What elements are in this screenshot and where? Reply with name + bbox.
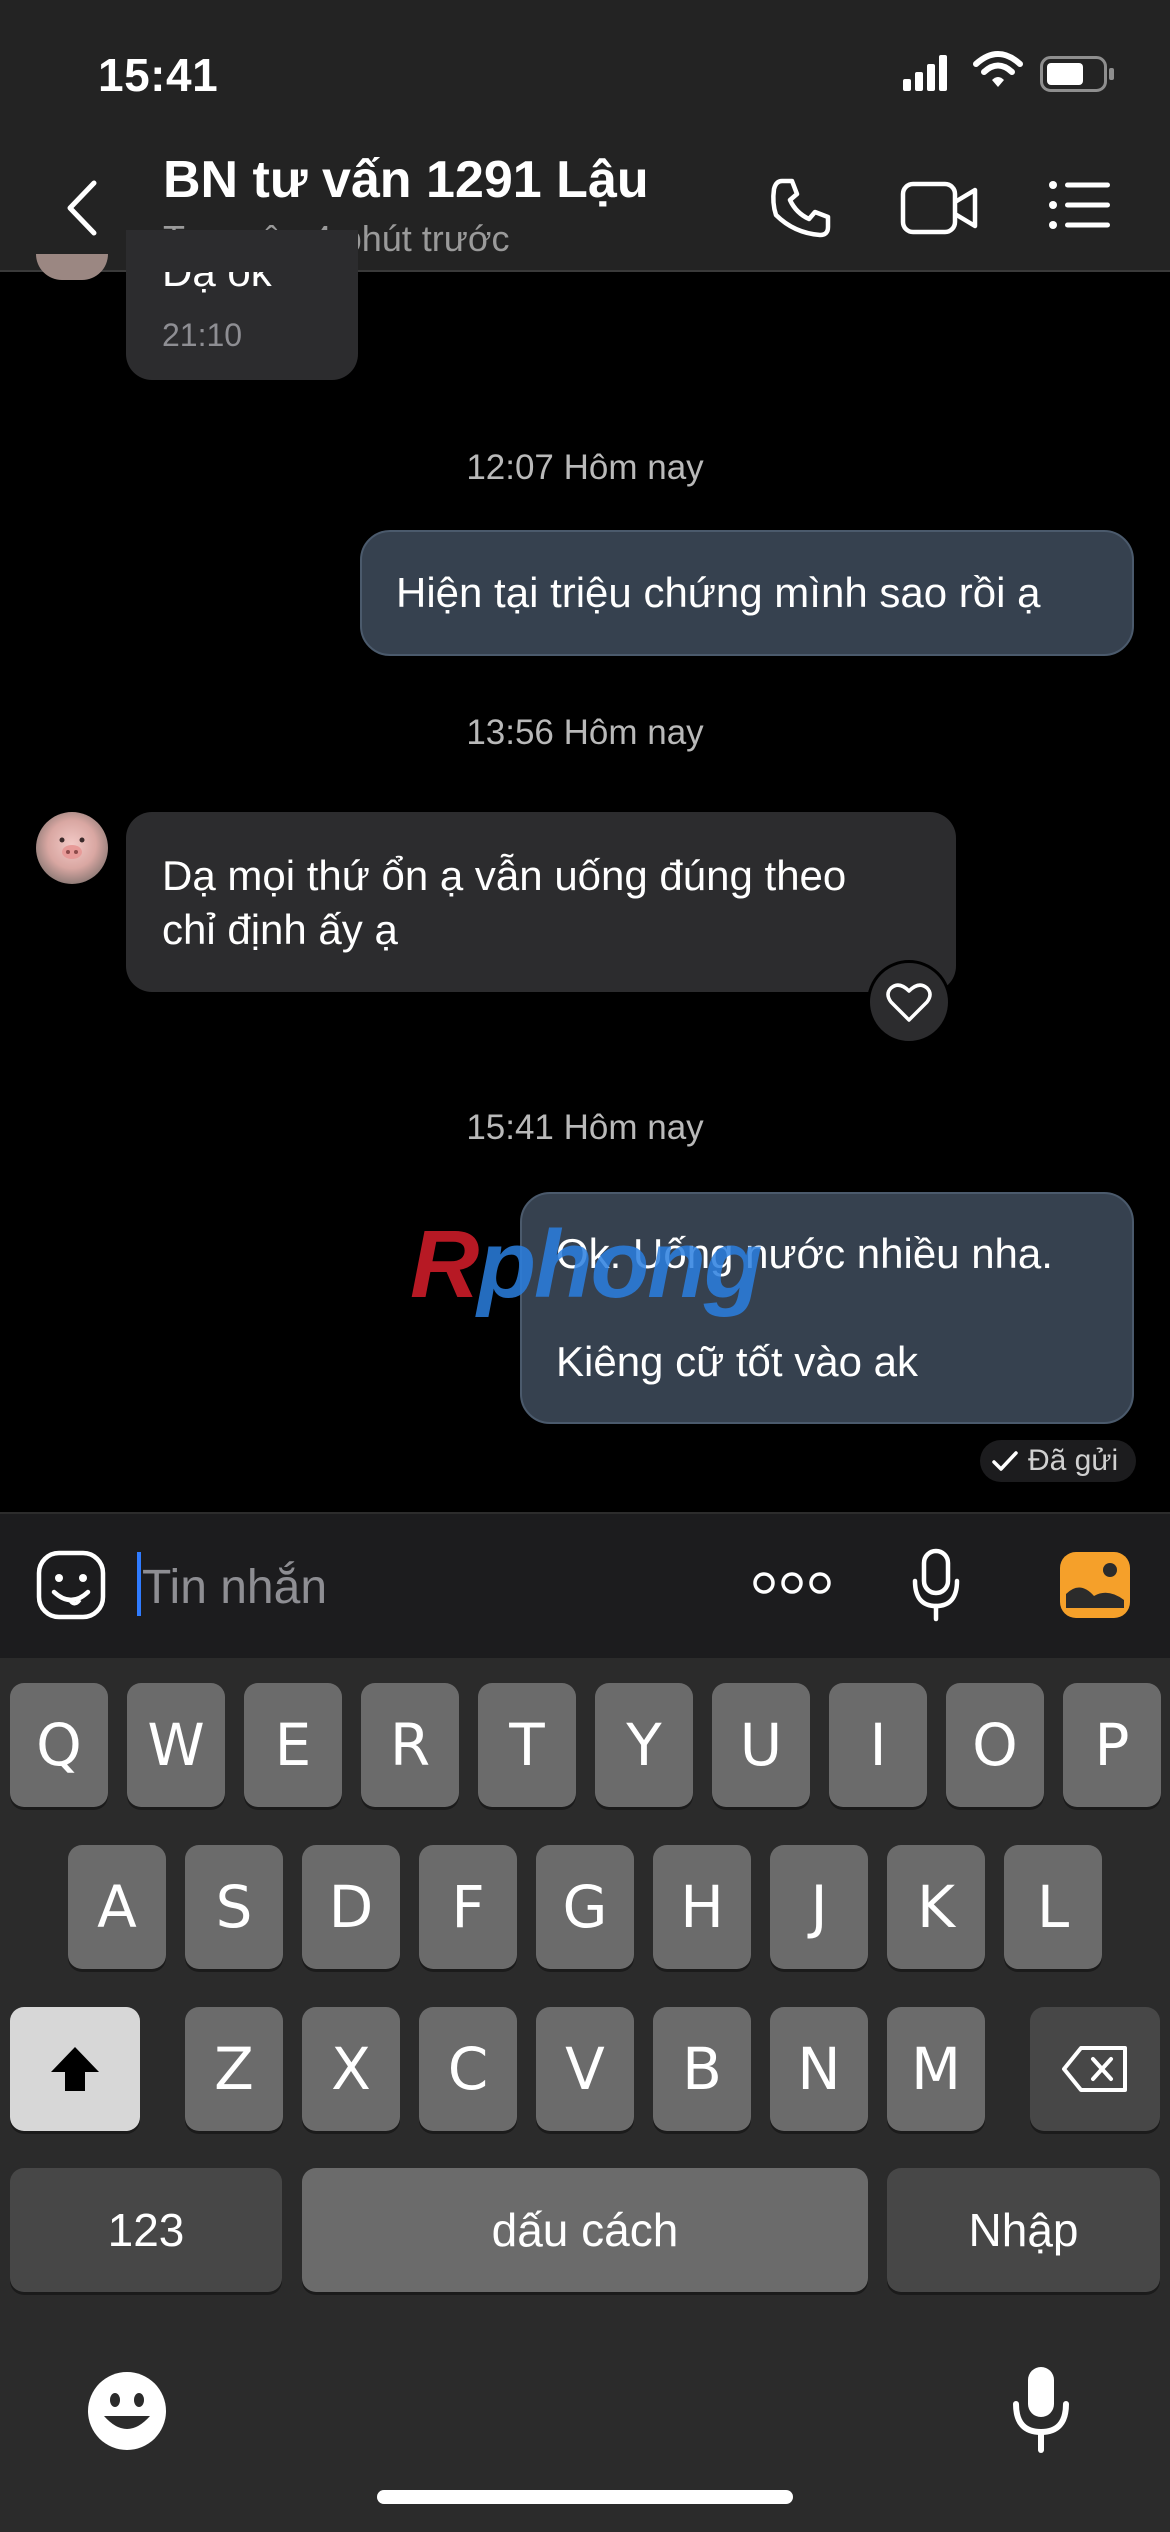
incoming-message-line: Dạ mọi thứ ổn ạ vẫn uống đúng theo: [162, 852, 847, 899]
message-input[interactable]: Tin nhắn: [142, 1560, 327, 1615]
watermark-word: phong: [477, 1211, 762, 1318]
key-t[interactable]: T: [478, 1683, 576, 1807]
key-i[interactable]: I: [829, 1683, 927, 1807]
key-v[interactable]: V: [536, 2007, 634, 2131]
emoji-keyboard-icon[interactable]: [86, 2370, 168, 2452]
react-heart-button[interactable]: [867, 960, 951, 1044]
previous-message-bubble: [126, 230, 358, 380]
previous-message-time: 21:10: [162, 317, 243, 353]
key-z[interactable]: Z: [185, 2007, 283, 2131]
key-m[interactable]: M: [887, 2007, 985, 2131]
numbers-key[interactable]: 123: [10, 2168, 282, 2292]
key-q[interactable]: Q: [10, 1683, 108, 1807]
back-chevron-icon[interactable]: [62, 178, 102, 238]
key-s[interactable]: S: [185, 1845, 283, 1969]
image-picker-icon[interactable]: [1058, 1550, 1132, 1620]
key-o[interactable]: O: [946, 1683, 1044, 1807]
return-key[interactable]: Nhập: [887, 2168, 1160, 2292]
key-e[interactable]: E: [244, 1683, 342, 1807]
space-key[interactable]: dấu cách: [302, 2168, 868, 2292]
key-x[interactable]: X: [302, 2007, 400, 2131]
key-f[interactable]: F: [419, 1845, 517, 1969]
more-options-icon[interactable]: [752, 1568, 832, 1598]
key-g[interactable]: G: [536, 1845, 634, 1969]
watermark-logo: Rphong: [410, 1210, 763, 1320]
wifi-icon: [973, 50, 1023, 90]
key-c[interactable]: C: [419, 2007, 517, 2131]
outgoing-message-text: Hiện tại triệu chứng mình sao rồi ạ: [396, 569, 1041, 616]
pig-face-icon: [50, 828, 94, 868]
backspace-icon: [1062, 2046, 1127, 2092]
key-l[interactable]: L: [1004, 1845, 1102, 1969]
menu-list-icon[interactable]: [1048, 180, 1112, 230]
watermark-letter: R: [410, 1211, 479, 1318]
key-d[interactable]: D: [302, 1845, 400, 1969]
shift-key[interactable]: [10, 2007, 140, 2131]
key-r[interactable]: R: [361, 1683, 459, 1807]
key-b[interactable]: B: [653, 2007, 751, 2131]
video-call-icon[interactable]: [900, 180, 980, 236]
status-time: 15:41: [98, 49, 219, 101]
outgoing-message-line: Kiêng cữ tốt vào ak: [556, 1338, 918, 1385]
avatar: [36, 254, 108, 280]
shift-arrow-icon: [51, 2047, 99, 2091]
date-divider: 12:07 Hôm nay: [466, 448, 704, 487]
key-n[interactable]: N: [770, 2007, 868, 2131]
incoming-message-line: chỉ định ấy ạ: [162, 906, 398, 953]
date-divider: 13:56 Hôm nay: [466, 713, 704, 752]
sticker-icon[interactable]: [36, 1550, 106, 1620]
delivery-status-label: Đã gửi: [1028, 1444, 1119, 1477]
key-u[interactable]: U: [712, 1683, 810, 1807]
key-j[interactable]: J: [770, 1845, 868, 1969]
heart-icon: [886, 983, 932, 1022]
key-y[interactable]: Y: [595, 1683, 693, 1807]
key-h[interactable]: H: [653, 1845, 751, 1969]
contact-name[interactable]: BN tư vấn 1291 Lậu: [163, 150, 649, 210]
delivery-status: Đã gửi: [980, 1440, 1137, 1482]
phone-icon[interactable]: [768, 175, 834, 241]
text-caret: [137, 1552, 141, 1616]
checkmark-icon: [992, 1451, 1018, 1471]
key-a[interactable]: A: [68, 1845, 166, 1969]
key-w[interactable]: W: [127, 1683, 225, 1807]
dictation-microphone-icon[interactable]: [1010, 2364, 1072, 2454]
key-p[interactable]: P: [1063, 1683, 1161, 1807]
key-k[interactable]: K: [887, 1845, 985, 1969]
microphone-icon[interactable]: [910, 1548, 962, 1622]
date-divider: 15:41 Hôm nay: [466, 1108, 704, 1147]
backspace-key[interactable]: [1030, 2007, 1160, 2131]
battery-icon: [1040, 56, 1116, 92]
cellular-signal-icon: [903, 55, 951, 91]
home-indicator: [377, 2490, 793, 2504]
